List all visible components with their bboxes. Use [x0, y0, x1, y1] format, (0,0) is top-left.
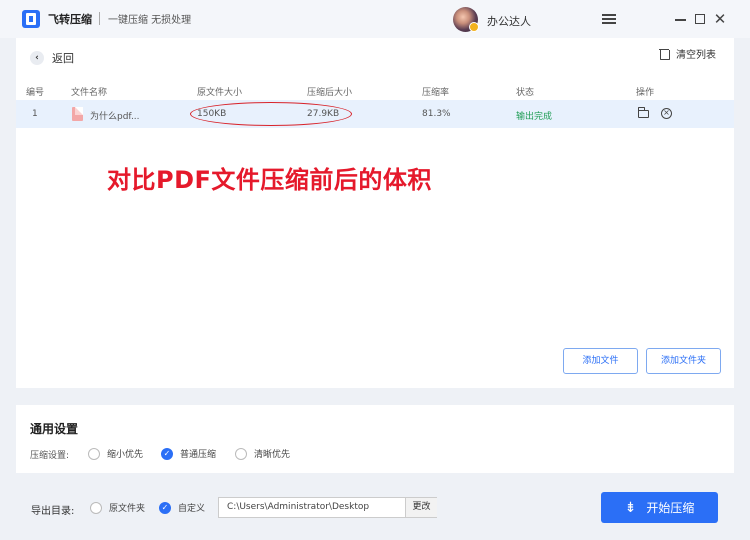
annotation-text: 对比PDF文件压缩前后的体积	[107, 166, 432, 194]
clear-list-button[interactable]: 清空列表	[659, 46, 716, 61]
column-header-compressed-size: 压缩后大小	[307, 88, 353, 98]
radio-original-folder[interactable]: 原文件夹	[90, 501, 145, 514]
radio-clarity-priority-label: 清晰优先	[254, 450, 291, 460]
export-path-text: C:\Users\Administrator\Desktop	[227, 502, 370, 512]
radio-normal-compress-label: 普通压缩	[180, 450, 217, 460]
radio-size-priority[interactable]: 缩小优先	[88, 447, 143, 460]
vip-badge-icon	[469, 22, 479, 32]
user-name[interactable]: 办公达人	[487, 13, 531, 29]
settings-panel: 通用设置 压缩设置: 缩小优先 ✓ 普通压缩 清晰优先	[16, 405, 734, 473]
radio-circle-icon	[235, 447, 247, 460]
radio-size-priority-label: 缩小优先	[107, 450, 144, 460]
radio-original-folder-label: 原文件夹	[109, 504, 146, 514]
row-file-name: 为什么pdf...	[90, 112, 140, 122]
radio-circle-icon	[90, 501, 102, 514]
start-compress-button[interactable]: ⇟ 开始压缩	[601, 492, 718, 523]
app-name: 飞转压缩	[48, 13, 92, 26]
export-dir-label: 导出目录:	[31, 506, 75, 517]
settings-title: 通用设置	[30, 422, 79, 436]
radio-custom-folder-label: 自定义	[178, 504, 206, 514]
table-row[interactable]: 1 为什么pdf... 150KB 27.9KB 81.3% 输出完成 ×	[16, 100, 734, 128]
column-header-actions: 操作	[636, 88, 655, 98]
file-list-panel: ‹ 返回 清空列表 编号 文件名称 原文件大小 压缩后大小 压缩率 状态 操作 …	[16, 38, 734, 388]
app-slogan: 一键压缩 无损处理	[108, 15, 192, 26]
radio-normal-compress[interactable]: ✓ 普通压缩	[161, 447, 216, 460]
chevron-left-icon: ‹	[30, 51, 44, 65]
title-divider	[99, 12, 100, 25]
close-icon[interactable]: ✕	[709, 8, 731, 30]
remove-icon[interactable]: ×	[661, 108, 672, 119]
column-header-status: 状态	[516, 88, 535, 98]
radio-clarity-priority[interactable]: 清晰优先	[235, 447, 290, 460]
start-compress-label: 开始压缩	[646, 501, 695, 515]
column-header-ratio: 压缩率	[422, 88, 450, 98]
compress-setting-label: 压缩设置:	[30, 451, 70, 461]
app-logo-icon	[22, 10, 40, 28]
checked-radio-icon: ✓	[159, 501, 171, 514]
pdf-file-icon	[72, 107, 83, 121]
radio-circle-icon	[88, 447, 100, 460]
maximize-icon[interactable]	[689, 8, 711, 30]
size-highlight-ellipse	[190, 102, 352, 126]
back-button[interactable]: ‹ 返回	[30, 50, 74, 66]
trash-icon	[659, 48, 670, 60]
column-header-file-name: 文件名称	[71, 88, 108, 98]
table-header: 编号 文件名称 原文件大小 压缩后大小 压缩率 状态 操作	[16, 83, 734, 99]
radio-custom-folder[interactable]: ✓ 自定义	[159, 501, 205, 514]
change-path-button[interactable]: 更改	[405, 498, 437, 517]
compress-icon: ⇟	[624, 499, 637, 516]
menu-icon[interactable]	[598, 8, 620, 30]
add-file-button[interactable]: 添加文件	[563, 348, 638, 374]
row-ratio: 81.3%	[422, 109, 451, 119]
add-folder-button[interactable]: 添加文件夹	[646, 348, 721, 374]
column-header-original-size: 原文件大小	[197, 88, 243, 98]
row-status: 输出完成	[516, 112, 553, 122]
open-folder-icon[interactable]	[638, 107, 649, 118]
back-label: 返回	[52, 52, 74, 65]
clear-list-label: 清空列表	[676, 50, 716, 61]
export-path-field[interactable]: C:\Users\Administrator\Desktop 更改	[218, 497, 437, 518]
column-header-index: 编号	[26, 88, 45, 98]
title-bar: 飞转压缩 一键压缩 无损处理 办公达人 ✕	[0, 0, 750, 38]
checked-radio-icon: ✓	[161, 447, 173, 460]
row-index: 1	[32, 109, 38, 119]
